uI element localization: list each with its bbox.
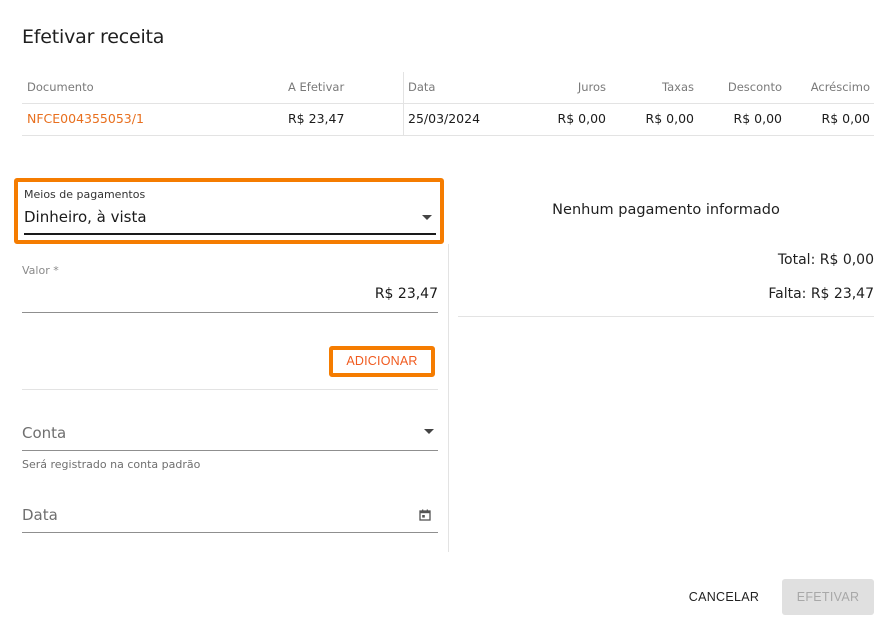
- data-underline: [22, 532, 438, 533]
- cell-acrescimo: R$ 0,00: [821, 111, 870, 126]
- column-header-a-efetivar: A Efetivar: [288, 80, 345, 94]
- add-payment-button[interactable]: ADICIONAR: [329, 346, 435, 377]
- valor-label: Valor *: [22, 264, 59, 277]
- summary-divider: [458, 316, 874, 317]
- calendar-icon[interactable]: [419, 509, 431, 521]
- empty-payments-message: Nenhum pagamento informado: [552, 202, 780, 218]
- chevron-down-icon: [422, 215, 432, 220]
- dialog-title: Efetivar receita: [22, 26, 165, 48]
- document-link[interactable]: NFCE004355053/1: [27, 104, 144, 136]
- payment-method-value: Dinheiro, à vista: [24, 208, 147, 226]
- cell-a-efetivar: R$ 23,47: [288, 111, 345, 126]
- column-header-taxas: Taxas: [661, 80, 694, 94]
- conta-helper-text: Será registrado na conta padrão: [22, 458, 201, 471]
- conta-underline: [22, 450, 438, 451]
- column-header-acrescimo: Acréscimo: [810, 80, 870, 94]
- data-input[interactable]: Data: [22, 506, 58, 524]
- chevron-down-icon: [424, 429, 434, 434]
- total-value: Total: R$ 0,00: [777, 252, 874, 268]
- valor-input[interactable]: R$ 23,47: [375, 286, 438, 302]
- confirm-button[interactable]: EFETIVAR: [782, 579, 874, 615]
- table-row: NFCE004355053/1 R$ 23,47 25/03/2024 R$ 0…: [22, 104, 874, 136]
- cancel-button[interactable]: CANCELAR: [676, 580, 772, 614]
- cell-desconto: R$ 0,00: [733, 111, 782, 126]
- column-divider: [448, 244, 449, 552]
- cell-data: 25/03/2024: [408, 111, 481, 126]
- table-header-row: Documento A Efetivar Data Juros Taxas De…: [22, 72, 874, 104]
- column-header-documento: Documento: [27, 80, 94, 94]
- select-underline: [24, 233, 436, 235]
- column-header-desconto: Desconto: [727, 80, 782, 94]
- documents-table: Documento A Efetivar Data Juros Taxas De…: [22, 72, 874, 136]
- falta-value: Falta: R$ 23,47: [768, 286, 874, 302]
- section-divider: [22, 389, 438, 390]
- column-header-data: Data: [408, 80, 436, 94]
- column-header-juros: Juros: [577, 80, 606, 94]
- conta-select[interactable]: Conta: [22, 424, 66, 442]
- payment-method-select[interactable]: Meios de pagamentos Dinheiro, à vista: [14, 178, 444, 244]
- payment-method-label: Meios de pagamentos: [24, 188, 146, 201]
- valor-underline: [22, 312, 438, 313]
- cell-taxas: R$ 0,00: [645, 111, 694, 126]
- cell-juros: R$ 0,00: [557, 111, 606, 126]
